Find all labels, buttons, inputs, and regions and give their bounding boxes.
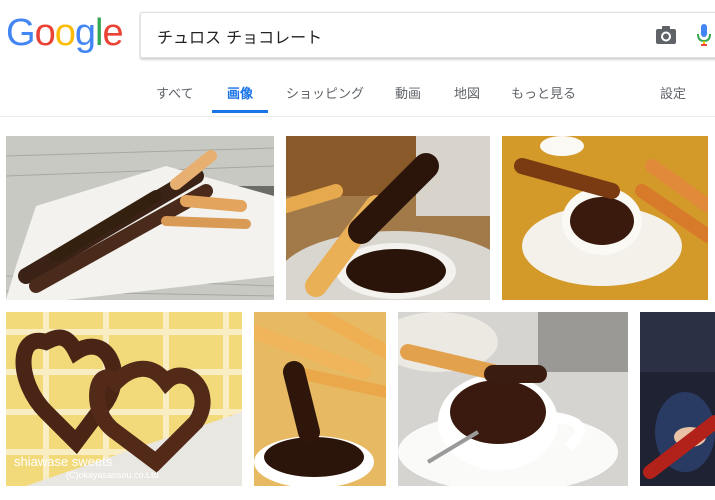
image-result-thumbnail: [254, 312, 386, 486]
tab-shopping[interactable]: ショッピング: [286, 83, 364, 102]
image-result[interactable]: [254, 312, 386, 486]
search-input[interactable]: チュロス チョコレート: [157, 24, 322, 48]
image-result-thumbnail: [502, 136, 708, 300]
camera-icon[interactable]: [655, 25, 677, 45]
image-result[interactable]: [398, 312, 628, 486]
image-results-grid: shiawase sweets (C)okayasansou.co.Ltd: [0, 116, 715, 500]
logo-letter: l: [94, 12, 104, 54]
search-box[interactable]: チュロス チョコレート: [140, 12, 715, 58]
tab-all[interactable]: すべて: [156, 83, 194, 102]
image-result[interactable]: shiawase sweets (C)okayasansou.co.Ltd: [6, 312, 242, 486]
tab-settings[interactable]: 設定: [660, 83, 686, 102]
logo-letter: g: [74, 12, 96, 54]
image-result-thumbnail: [398, 312, 628, 486]
image-result-thumbnail: [640, 312, 715, 486]
image-result[interactable]: [502, 136, 708, 300]
logo-letter: o: [34, 12, 56, 54]
tab-videos[interactable]: 動画: [395, 83, 421, 102]
image-watermark: shiawase sweets: [14, 454, 113, 469]
image-result-thumbnail: [6, 136, 274, 300]
image-result-thumbnail: [286, 136, 490, 300]
logo-letter: G: [6, 12, 36, 54]
tab-more[interactable]: もっと見る: [511, 83, 576, 102]
mic-icon[interactable]: [696, 23, 712, 47]
tab-maps[interactable]: 地図: [454, 83, 480, 102]
image-result[interactable]: [6, 136, 274, 300]
tab-images[interactable]: 画像: [227, 83, 253, 102]
active-tab-indicator: [212, 110, 268, 113]
google-logo[interactable]: Google: [6, 12, 124, 55]
image-credit: (C)okayasansou.co.Ltd: [66, 470, 159, 480]
logo-letter: e: [102, 12, 123, 54]
image-result[interactable]: [640, 312, 715, 486]
search-header: Google チュロス チョコレート すべて 画像 ショッピング 動画 地図 も…: [0, 0, 715, 117]
logo-letter: o: [54, 12, 76, 54]
image-result[interactable]: [286, 136, 490, 300]
search-tabs: すべて 画像 ショッピング 動画 地図 もっと見る 設定: [0, 72, 715, 116]
